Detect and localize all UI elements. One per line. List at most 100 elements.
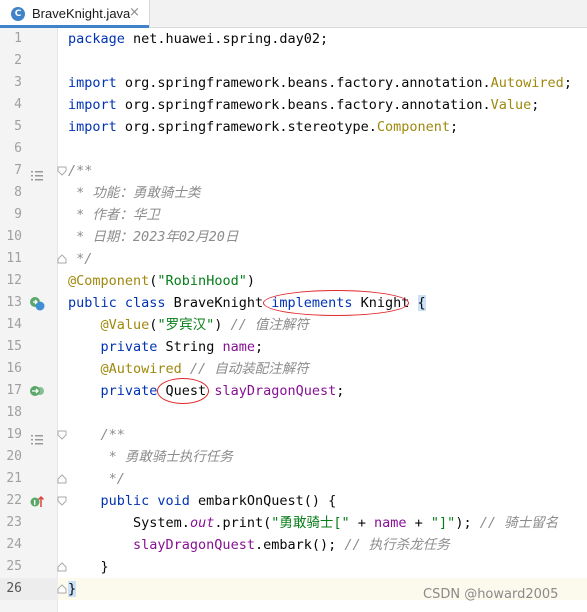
code-text: net.huawei.spring.day02; bbox=[124, 31, 329, 47]
bean-injection-icon[interactable] bbox=[29, 383, 45, 399]
line-number: 22 bbox=[6, 493, 22, 508]
code-line-4: import org.springframework.beans.factory… bbox=[68, 97, 540, 113]
line-number: 18 bbox=[6, 405, 22, 420]
fold-marker-icon[interactable] bbox=[57, 254, 67, 264]
doc-comment: */ bbox=[100, 471, 125, 487]
line-number: 12 bbox=[6, 273, 22, 288]
keyword: private bbox=[100, 339, 158, 355]
tab-title: BraveKnight.java bbox=[32, 6, 131, 21]
code-text: ); bbox=[455, 515, 472, 531]
line-number: 15 bbox=[6, 339, 22, 354]
code-line-21: */ bbox=[68, 468, 125, 490]
implements-method-icon[interactable]: I bbox=[29, 493, 45, 509]
fold-marker-icon[interactable] bbox=[57, 584, 67, 594]
annotation: @Autowired bbox=[100, 361, 182, 377]
code-line-7: /** bbox=[68, 163, 93, 179]
line-number: 10 bbox=[6, 229, 22, 244]
code-line-16: @Autowired // 自动装配注解符 bbox=[68, 358, 309, 380]
line-number: 9 bbox=[14, 207, 22, 222]
code-line-10: * 日期：2023年02月20日 bbox=[68, 229, 239, 245]
keyword: import bbox=[68, 119, 117, 135]
code-line-11: */ bbox=[68, 251, 93, 267]
doc-comment-icon[interactable] bbox=[29, 167, 45, 183]
line-number: 25 bbox=[6, 559, 22, 574]
fold-marker-icon[interactable] bbox=[57, 562, 67, 572]
line-number: 2 bbox=[14, 53, 22, 68]
watermark: CSDN @howard2005 bbox=[423, 587, 559, 602]
code-line-5: import org.springframework.stereotype.Co… bbox=[68, 119, 459, 135]
string-literal: "罗宾汉" bbox=[157, 317, 215, 333]
code-line-23: System.out.print("勇敢骑士[" + name + "]"); … bbox=[68, 512, 558, 534]
fold-marker-icon[interactable] bbox=[57, 430, 67, 440]
code-line-14: @Value("罗宾汉") // 值注解符 bbox=[68, 314, 309, 336]
implemented-interface-icon[interactable] bbox=[29, 295, 45, 311]
doc-comment: * 勇敢骑士执行任务 bbox=[100, 449, 233, 465]
code-line-3: import org.springframework.beans.factory… bbox=[68, 75, 572, 91]
line-number: 5 bbox=[14, 119, 22, 134]
code-line-25: } bbox=[68, 556, 109, 578]
matched-brace: } bbox=[68, 581, 77, 597]
keyword: package bbox=[68, 31, 125, 47]
keyword: import bbox=[68, 75, 117, 91]
editor-tab-bar: C BraveKnight.java × bbox=[0, 0, 587, 28]
annotation: @Value bbox=[100, 317, 150, 333]
line-comment: // 值注解符 bbox=[222, 317, 309, 333]
annotation-class: Autowired bbox=[490, 75, 564, 91]
field-name: slayDragonQuest bbox=[214, 383, 337, 399]
line-number: 11 bbox=[6, 251, 22, 266]
line-number: 19 bbox=[6, 427, 22, 442]
code-line-12: @Component("RobinHood") bbox=[68, 270, 255, 292]
line-number: 20 bbox=[6, 449, 22, 464]
annotation-class: Component bbox=[376, 119, 451, 135]
code-line-22: public void embarkOnQuest() { bbox=[68, 490, 337, 512]
method-signature: embarkOnQuest() { bbox=[189, 493, 337, 509]
line-number: 1 bbox=[14, 31, 22, 46]
code-text: .print( bbox=[214, 515, 272, 531]
annotation: @Component bbox=[68, 273, 150, 289]
string-literal: "RobinHood" bbox=[157, 273, 247, 289]
tab-braveknight-java[interactable]: C BraveKnight.java × bbox=[0, 0, 150, 28]
code-line-1: package net.huawei.spring.day02; bbox=[68, 28, 328, 50]
type-name: String bbox=[157, 339, 223, 355]
keyword: public class bbox=[68, 295, 166, 311]
fold-marker-icon[interactable] bbox=[57, 496, 67, 506]
doc-comment-icon[interactable] bbox=[29, 431, 45, 447]
line-comment: // 执行杀龙任务 bbox=[336, 537, 450, 553]
code-text: org.springframework.beans.factory.annota… bbox=[116, 75, 491, 91]
line-number: 4 bbox=[14, 97, 22, 112]
svg-text:I: I bbox=[33, 499, 36, 507]
static-field: out bbox=[189, 515, 215, 531]
line-number: 23 bbox=[6, 515, 22, 530]
field-name: name bbox=[374, 515, 407, 531]
code-line-13: public class BraveKnight implements Knig… bbox=[68, 292, 426, 314]
doc-comment: /** bbox=[100, 427, 125, 443]
fold-marker-icon[interactable] bbox=[57, 474, 67, 484]
annotation-class: Value bbox=[490, 97, 532, 113]
code-line-15: private String name; bbox=[68, 336, 264, 358]
code-text: System. bbox=[133, 515, 190, 531]
keyword: public void bbox=[100, 493, 190, 509]
semicolon: ; bbox=[254, 339, 264, 355]
close-icon[interactable]: × bbox=[129, 5, 140, 21]
keyword: private bbox=[100, 383, 158, 399]
code-line-20: * 勇敢骑士执行任务 bbox=[68, 446, 233, 468]
line-number: 13 bbox=[6, 295, 22, 310]
code-line-8: * 功能：勇敢骑士类 bbox=[68, 185, 201, 201]
paren: ) bbox=[246, 273, 255, 289]
line-number: 17 bbox=[6, 383, 22, 398]
code-text: org.springframework.stereotype. bbox=[116, 119, 377, 135]
string-literal: "]" bbox=[430, 515, 456, 531]
closing-brace: } bbox=[100, 559, 109, 575]
operator: + bbox=[349, 515, 375, 531]
line-number: 7 bbox=[14, 163, 22, 178]
line-number: 3 bbox=[14, 75, 22, 90]
operator: + bbox=[406, 515, 431, 531]
code-text: org.springframework.beans.factory.annota… bbox=[116, 97, 491, 113]
java-class-icon: C bbox=[11, 6, 25, 21]
line-number: 14 bbox=[6, 317, 22, 332]
fold-marker-icon[interactable] bbox=[57, 166, 67, 176]
line-number: 21 bbox=[6, 471, 22, 486]
line-number: 24 bbox=[6, 537, 22, 552]
field-name: name bbox=[222, 339, 255, 355]
line-comment: // 自动装配注解符 bbox=[181, 361, 309, 377]
